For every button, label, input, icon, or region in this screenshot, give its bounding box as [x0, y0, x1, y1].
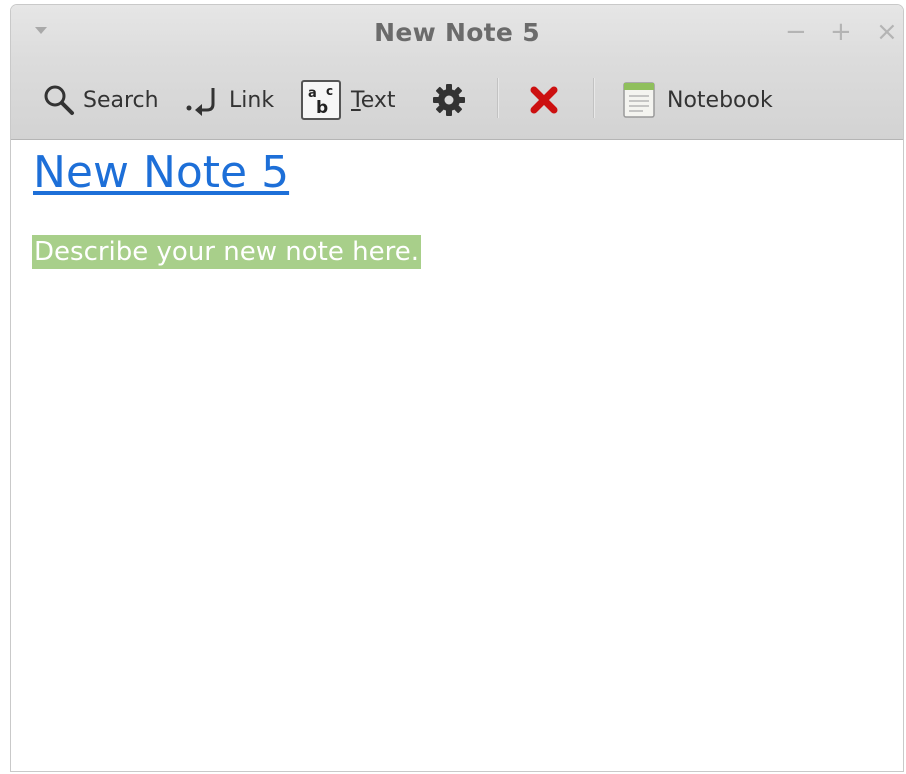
gear-icon: [431, 82, 467, 118]
delete-icon: [527, 83, 561, 117]
svg-text:c: c: [326, 84, 333, 98]
minimize-button[interactable]: −: [785, 17, 807, 47]
notebook-icon: [621, 80, 657, 120]
text-style-icon: a c b: [301, 80, 341, 120]
notebook-label: Notebook: [667, 87, 773, 113]
toolbar: Search Link a c b Text Notebook: [11, 60, 903, 140]
close-button[interactable]: ×: [876, 17, 898, 47]
maximize-button[interactable]: +: [830, 17, 852, 47]
svg-text:b: b: [316, 98, 328, 117]
search-button[interactable]: Search: [41, 78, 159, 122]
link-icon: [183, 82, 223, 118]
delete-button[interactable]: [527, 78, 561, 122]
note-body-text[interactable]: Describe your new note here.: [32, 235, 421, 269]
search-icon: [41, 82, 77, 118]
note-title-link[interactable]: New Note 5: [33, 147, 289, 198]
title-bar: New Note 5 − + ×: [11, 5, 903, 60]
search-label: Search: [83, 87, 159, 113]
window-title: New Note 5: [374, 18, 540, 47]
notebook-button[interactable]: Notebook: [621, 78, 773, 122]
link-button[interactable]: Link: [183, 78, 274, 122]
toolbar-separator: [497, 78, 499, 118]
note-window: New Note 5 − + × Search Link a c b Text …: [10, 4, 904, 772]
toolbar-separator: [593, 78, 595, 118]
text-style-label: Text: [351, 87, 396, 113]
text-style-button[interactable]: a c b Text: [301, 78, 396, 122]
note-editor[interactable]: New Note 5 Describe your new note here.: [11, 141, 903, 771]
link-label: Link: [229, 87, 275, 113]
settings-button[interactable]: [431, 78, 467, 122]
